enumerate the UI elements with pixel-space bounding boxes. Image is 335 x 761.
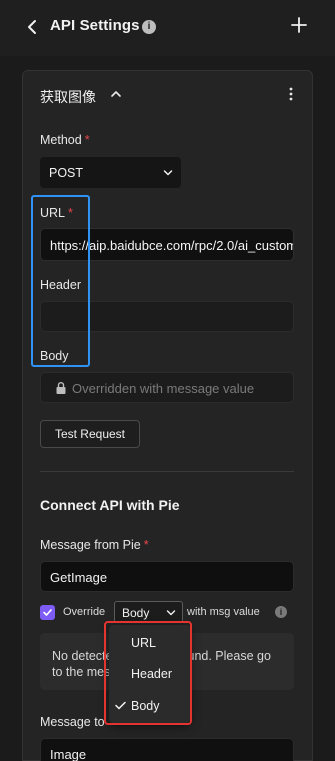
top-bar: API Settings i bbox=[0, 0, 335, 56]
required-mark: * bbox=[68, 206, 73, 220]
header-input[interactable] bbox=[40, 301, 294, 332]
override-suffix: with msg value bbox=[187, 606, 260, 618]
url-label: URL * bbox=[40, 206, 73, 220]
test-request-button[interactable]: Test Request bbox=[40, 420, 140, 448]
body-placeholder: Overridden with message value bbox=[72, 381, 255, 396]
override-dropdown-menu: URL Header Body bbox=[109, 625, 190, 723]
check-icon bbox=[115, 701, 126, 710]
lock-icon bbox=[56, 382, 66, 394]
connect-title: Connect API with Pie bbox=[40, 497, 180, 513]
dropdown-option-url[interactable]: URL bbox=[109, 628, 190, 658]
method-value: POST bbox=[49, 166, 84, 180]
message-to-label: Message to bbox=[40, 715, 105, 729]
method-label: Method * bbox=[40, 133, 90, 147]
back-chevron-icon[interactable] bbox=[22, 16, 44, 38]
dropdown-option-body[interactable]: Body bbox=[109, 691, 190, 721]
header-label: Header bbox=[40, 278, 81, 292]
chevron-down-icon bbox=[163, 170, 173, 176]
override-target-select[interactable]: Body bbox=[114, 601, 183, 623]
required-mark: * bbox=[84, 133, 90, 147]
override-label: Override bbox=[63, 606, 106, 618]
url-input[interactable]: https://aip.baidubce.com/rpc/2.0/ai_cust… bbox=[40, 228, 294, 261]
body-label: Body bbox=[40, 349, 69, 363]
message-from-label-text: Message from Pie bbox=[40, 538, 141, 552]
dropdown-option-header[interactable]: Header bbox=[109, 659, 190, 689]
message-from-input[interactable]: GetImage bbox=[40, 561, 294, 592]
divider bbox=[40, 471, 294, 472]
required-mark: * bbox=[143, 538, 149, 552]
dropdown-option-body-label: Body bbox=[131, 699, 160, 713]
chevron-down-icon bbox=[166, 610, 176, 616]
section-title: 获取图像 bbox=[40, 89, 96, 105]
url-label-text: URL bbox=[40, 206, 66, 220]
check-icon bbox=[43, 609, 52, 616]
override-checkbox[interactable] bbox=[40, 605, 55, 620]
method-label-text: Method bbox=[40, 133, 82, 147]
message-from-label: Message from Pie * bbox=[40, 538, 149, 552]
plus-icon[interactable] bbox=[289, 15, 309, 35]
method-select[interactable]: POST bbox=[40, 157, 181, 188]
body-input: Overridden with message value bbox=[40, 372, 294, 403]
override-info-icon[interactable]: i bbox=[275, 606, 287, 618]
more-options-icon[interactable] bbox=[288, 86, 294, 102]
collapse-chevron-icon[interactable] bbox=[109, 87, 123, 101]
override-target-value: Body bbox=[122, 606, 150, 620]
info-icon[interactable]: i bbox=[142, 20, 156, 34]
message-to-input[interactable]: Image bbox=[40, 738, 294, 761]
page-title: API Settings bbox=[50, 17, 140, 34]
